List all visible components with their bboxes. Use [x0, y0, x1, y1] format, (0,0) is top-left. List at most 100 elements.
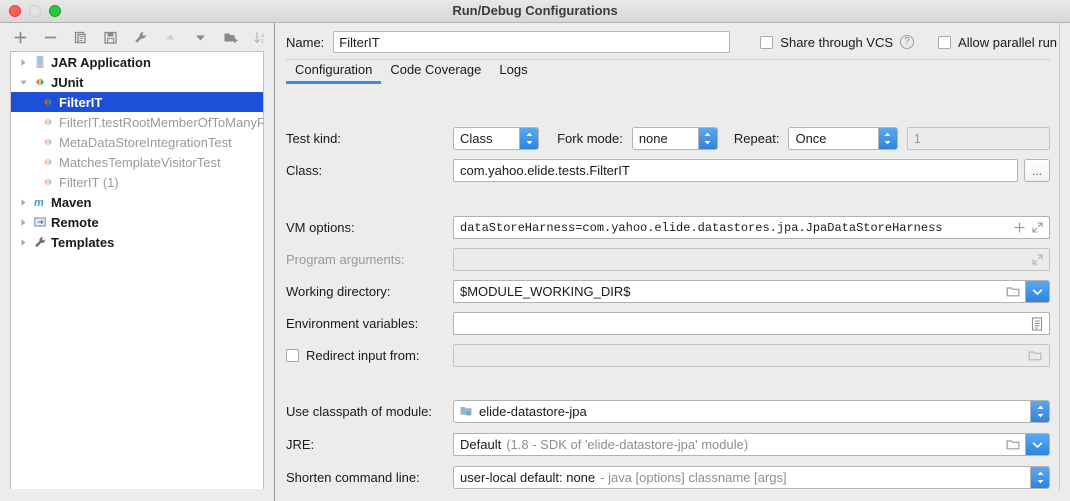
dialog-content: a z JAR Application JUnit FilterIT Filte…: [0, 23, 1070, 501]
tree-node-label: MetaDataStoreIntegrationTest: [59, 134, 232, 150]
jre-value-hint: (1.8 - SDK of 'elide-datastore-jpa' modu…: [506, 437, 749, 452]
jre-input[interactable]: Default (1.8 - SDK of 'elide-datastore-j…: [453, 433, 1002, 456]
repeat-count-value: 1: [913, 131, 922, 146]
repeat-label: Repeat:: [733, 131, 780, 146]
edit-variables-icon[interactable]: [1031, 316, 1043, 331]
working-directory-label: Working directory:: [286, 284, 391, 299]
working-directory-value: $MODULE_WORKING_DIR$: [460, 284, 631, 299]
fork-mode-combo[interactable]: none: [631, 127, 718, 150]
program-arguments-input[interactable]: [453, 248, 1050, 271]
allow-parallel-run-row[interactable]: Allow parallel run: [938, 35, 1057, 50]
copy-configuration-button[interactable]: [72, 29, 89, 46]
working-directory-dropdown-button[interactable]: [1026, 280, 1050, 303]
tree-node-matchestemplatevisitortest[interactable]: MatchesTemplateVisitorTest: [11, 152, 263, 172]
edit-templates-button[interactable]: [132, 29, 149, 46]
move-down-button[interactable]: [192, 29, 209, 46]
name-input[interactable]: [333, 31, 731, 53]
sort-configurations-button[interactable]: a z: [252, 29, 269, 46]
add-configuration-button[interactable]: [12, 29, 29, 46]
create-folder-button[interactable]: [222, 29, 239, 46]
tree-node-jar-application[interactable]: JAR Application: [11, 52, 263, 72]
jre-label: JRE:: [286, 437, 315, 452]
shorten-command-line-label: Shorten command line:: [286, 470, 420, 485]
chevron-right-icon[interactable]: [15, 238, 31, 247]
test-kind-combo[interactable]: Class: [453, 127, 540, 150]
class-browse-button[interactable]: ...: [1024, 159, 1050, 182]
window-title: Run/Debug Configurations: [452, 3, 618, 18]
stepper-icon[interactable]: [519, 128, 539, 149]
chevron-right-icon[interactable]: [15, 58, 31, 67]
shorten-command-line-hint: - java [options] classname [args]: [600, 470, 787, 485]
stepper-icon[interactable]: [1030, 401, 1049, 422]
classpath-module-label: Use classpath of module:: [286, 404, 432, 419]
jre-browse-button[interactable]: [1002, 433, 1026, 456]
chevron-down-icon[interactable]: [15, 78, 31, 87]
redirect-input-label: Redirect input from:: [306, 348, 420, 363]
tree-node-metadatastoreintegrationtest[interactable]: MetaDataStoreIntegrationTest: [11, 132, 263, 152]
repeat-combo[interactable]: Once: [788, 127, 898, 150]
tab-label: Code Coverage: [390, 62, 482, 77]
svg-text:m: m: [34, 197, 44, 209]
class-input[interactable]: com.yahoo.elide.tests.FilterIT: [453, 159, 1018, 182]
jre-value: Default: [460, 437, 502, 452]
tree-node-templates[interactable]: Templates: [11, 232, 263, 252]
working-directory-browse-button[interactable]: [1002, 280, 1026, 303]
tab-logs[interactable]: Logs: [490, 62, 536, 84]
move-up-button[interactable]: [162, 29, 179, 46]
configurations-tree[interactable]: JAR Application JUnit FilterIT FilterIT.…: [10, 51, 264, 489]
chevron-right-icon[interactable]: [15, 198, 31, 207]
share-through-vcs-row[interactable]: Share through VCS ?: [760, 35, 915, 50]
fork-mode-label: Fork mode:: [557, 131, 623, 146]
tree-node-junit[interactable]: JUnit: [11, 72, 263, 92]
tree-node-filterit-1[interactable]: FilterIT (1): [11, 172, 263, 192]
run-debug-configurations-dialog: Run/Debug Configurations a z JAR Applica…: [0, 0, 1070, 501]
allow-parallel-run-label: Allow parallel run: [958, 34, 1058, 50]
tree-node-label: JAR Application: [51, 54, 151, 70]
tab-label: Logs: [499, 62, 528, 77]
allow-parallel-run-checkbox[interactable]: [938, 35, 952, 49]
redirect-input-field[interactable]: [453, 344, 1050, 367]
tab-code-coverage[interactable]: Code Coverage: [381, 62, 490, 84]
chevron-right-icon[interactable]: [15, 218, 31, 227]
classpath-module-combo[interactable]: elide-datastore-jpa: [453, 400, 1050, 423]
tree-node-label: JUnit: [51, 74, 84, 90]
remove-configuration-button[interactable]: [42, 29, 59, 46]
environment-variables-input[interactable]: [453, 312, 1050, 335]
shorten-command-line-combo[interactable]: user-local default: none - java [options…: [453, 466, 1050, 489]
maven-icon: m: [31, 195, 48, 209]
class-browse-label: ...: [1031, 163, 1042, 178]
stepper-icon[interactable]: [697, 128, 717, 149]
tab-label: Configuration: [295, 62, 373, 77]
shorten-command-line-value: user-local default: none: [460, 470, 596, 485]
editor-tabs: Configuration Code Coverage Logs: [286, 62, 1070, 89]
working-directory-input[interactable]: $MODULE_WORKING_DIR$: [453, 280, 1002, 303]
stepper-icon[interactable]: [877, 128, 897, 149]
stepper-icon[interactable]: [1030, 467, 1049, 488]
name-row: Name: Share through VCS ? Allow parallel…: [275, 23, 1070, 53]
vm-options-field-icons: [1014, 217, 1043, 238]
redirect-input-field-icons: [1028, 345, 1043, 366]
tree-node-label: Maven: [51, 194, 92, 210]
save-configuration-button[interactable]: [102, 29, 119, 46]
tree-node-maven[interactable]: m Maven: [11, 192, 263, 212]
share-through-vcs-checkbox[interactable]: [760, 35, 774, 49]
class-label: Class:: [286, 163, 323, 178]
name-label: Name:: [286, 34, 325, 50]
tab-configuration[interactable]: Configuration: [286, 62, 382, 84]
redirect-input-row[interactable]: Redirect input from:: [286, 348, 453, 363]
expand-editor-icon[interactable]: [1032, 254, 1043, 265]
redirect-input-checkbox[interactable]: [286, 349, 299, 362]
folder-icon[interactable]: [1028, 349, 1043, 362]
fork-mode-value: none: [638, 131, 668, 146]
repeat-count-input[interactable]: 1: [906, 127, 1050, 150]
vm-options-input[interactable]: dataStoreHarness=com.yahoo.elide.datasto…: [453, 216, 1050, 239]
junit-icon: [39, 115, 56, 129]
add-macro-icon[interactable]: [1014, 222, 1025, 233]
expand-editor-icon[interactable]: [1032, 222, 1043, 233]
junit-icon: [39, 155, 56, 169]
tree-node-filterit-testrootmember[interactable]: FilterIT.testRootMemberOfToManyR: [11, 112, 263, 132]
tree-node-remote[interactable]: Remote: [11, 212, 263, 232]
jre-dropdown-button[interactable]: [1026, 433, 1050, 456]
help-icon[interactable]: ?: [900, 35, 915, 49]
tree-node-filterit-selected[interactable]: FilterIT: [11, 92, 263, 112]
